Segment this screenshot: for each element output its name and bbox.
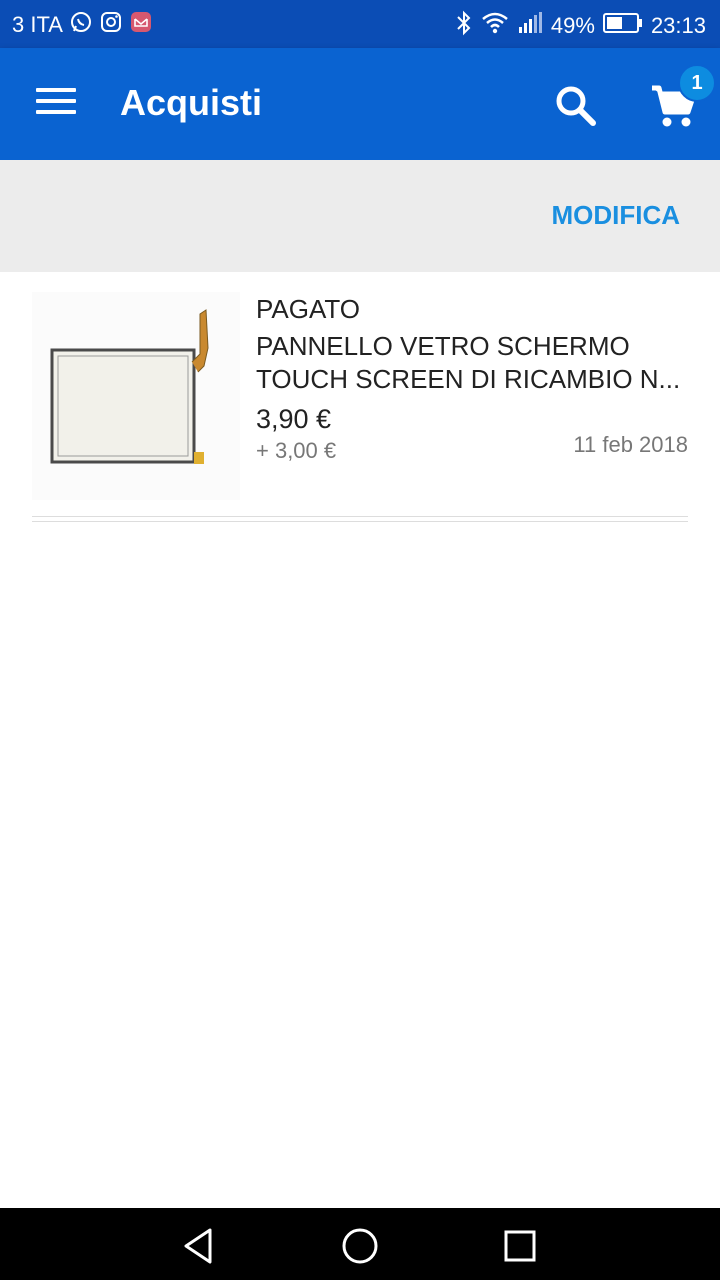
battery-percent: 49% — [550, 13, 595, 38]
product-image — [32, 292, 240, 500]
purchase-date: 11 feb 2018 — [573, 432, 688, 457]
shipping-cost: + 3,00 € — [256, 438, 337, 463]
edit-bar: MODIFICA — [0, 160, 720, 272]
recents-icon — [504, 1230, 536, 1262]
system-nav-bar — [0, 1208, 720, 1280]
back-button[interactable] — [180, 1226, 220, 1266]
clock: 23:13 — [650, 13, 706, 38]
recents-button[interactable] — [500, 1226, 540, 1266]
purchase-item[interactable]: PAGATO PANNELLO VETRO SCHERMO TOUCH SCRE… — [0, 272, 720, 522]
whatsapp-icon — [69, 10, 93, 40]
bluetooth-icon — [455, 10, 473, 42]
wifi-icon — [481, 11, 509, 41]
home-icon — [342, 1228, 378, 1264]
back-icon — [184, 1228, 212, 1264]
signal-icon — [517, 11, 543, 41]
instagram-icon — [99, 10, 123, 40]
item-price: 3,90 € — [256, 404, 332, 434]
menu-icon — [36, 88, 76, 92]
search-icon — [556, 86, 596, 126]
status-bar: 3 ITA 49% 23:13 — [0, 0, 720, 48]
carrier-label: 3 ITA — [12, 12, 63, 37]
app-bar: Acquisti — [0, 48, 720, 160]
list-divider — [32, 516, 688, 522]
mail-app-icon — [129, 10, 153, 40]
page-title: Acquisti — [120, 82, 263, 123]
order-status: PAGATO — [256, 294, 361, 324]
battery-icon — [602, 12, 643, 40]
status-bar-left: 3 ITA — [12, 10, 153, 40]
menu-button[interactable] — [36, 88, 76, 120]
status-bar-right: 49% 23:13 — [455, 10, 706, 42]
cart-count-badge: 1 — [678, 64, 716, 102]
edit-button[interactable]: MODIFICA — [551, 200, 680, 231]
search-button[interactable] — [552, 82, 600, 130]
home-button[interactable] — [340, 1226, 380, 1266]
product-title: PANNELLO VETRO SCHERMO TOUCH SCREEN DI R… — [256, 331, 681, 394]
